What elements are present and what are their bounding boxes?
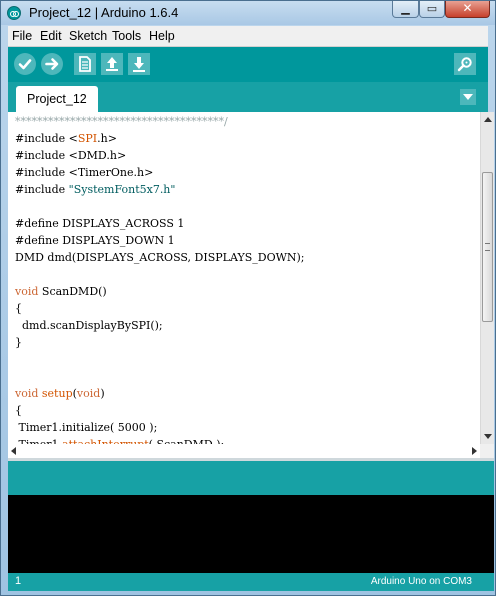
- code-token: dmd.scanDisplayBySPI();: [15, 319, 163, 332]
- code-text: **************************************/ #…: [15, 113, 305, 444]
- code-token: **************************************/: [15, 115, 228, 128]
- menu-edit[interactable]: Edit: [40, 29, 62, 43]
- scroll-right-icon[interactable]: [472, 447, 477, 455]
- code-token: ScanDMD(): [38, 285, 107, 298]
- code-token: void: [15, 387, 39, 400]
- code-token: {: [15, 302, 22, 315]
- verify-icon: [18, 59, 32, 70]
- menu-file[interactable]: File: [12, 29, 32, 43]
- maximize-button[interactable]: ▭: [419, 1, 445, 18]
- code-token: #include: [15, 183, 69, 196]
- code-line: #include <TimerOne.h>: [15, 164, 305, 181]
- open-icon: [106, 57, 118, 71]
- menu-tools[interactable]: Tools: [112, 29, 141, 43]
- window-title: Project_12 | Arduino 1.6.4: [29, 5, 179, 20]
- code-line: #include <DMD.h>: [15, 147, 305, 164]
- scroll-down-icon[interactable]: [484, 434, 492, 439]
- code-line: #define DISPLAYS_ACROSS 1: [15, 215, 305, 232]
- scroll-left-icon[interactable]: [11, 447, 16, 455]
- serial-monitor-icon: [457, 57, 472, 72]
- serial-monitor-button[interactable]: [454, 53, 476, 75]
- code-line: }: [15, 334, 305, 351]
- tab-bar: Project_12: [8, 82, 488, 112]
- line-number: 1: [15, 575, 22, 587]
- code-token: Timer1.initialize( 5000 );: [15, 421, 158, 434]
- bottom-status-bar: 1 Arduino Uno on COM3: [8, 573, 494, 591]
- code-line: #define DISPLAYS_DOWN 1: [15, 232, 305, 249]
- menu-help[interactable]: Help: [149, 29, 175, 43]
- code-token: void: [15, 285, 39, 298]
- upload-icon: [45, 58, 59, 70]
- code-line: #include <SPI.h>: [15, 130, 305, 147]
- code-token: }: [15, 336, 22, 349]
- code-token: SPI: [77, 132, 98, 145]
- code-token: {: [15, 404, 22, 417]
- open-button[interactable]: [101, 53, 123, 75]
- scroll-thumb[interactable]: [482, 172, 493, 322]
- board-port-label: Arduino Uno on COM3: [370, 576, 472, 587]
- code-token: #include <TimerOne.h>: [15, 166, 154, 179]
- code-line: #include "SystemFont5x7.h": [15, 181, 305, 198]
- upload-button[interactable]: [41, 53, 63, 75]
- new-sketch-button[interactable]: [74, 53, 96, 75]
- close-icon: ✕: [462, 1, 473, 15]
- code-token: #include <: [15, 132, 78, 145]
- code-line: Timer1.initialize( 5000 );: [15, 419, 305, 436]
- code-token: ): [100, 387, 105, 400]
- code-token: void: [76, 387, 101, 400]
- code-line: DMD dmd(DISPLAYS_ACROSS, DISPLAYS_DOWN);: [15, 249, 305, 266]
- save-icon: [133, 57, 145, 72]
- save-button[interactable]: [128, 53, 150, 75]
- code-line: {: [15, 402, 305, 419]
- verify-button[interactable]: [14, 53, 36, 75]
- menu-bar: File Edit Sketch Tools Help: [8, 26, 488, 47]
- code-token: DMD dmd(DISPLAYS_ACROSS, DISPLAYS_DOWN);: [15, 251, 305, 264]
- code-token: #define DISPLAYS_ACROSS 1: [15, 217, 185, 230]
- code-token: .h>: [97, 132, 117, 145]
- scroll-up-icon[interactable]: [484, 117, 492, 122]
- horizontal-scrollbar[interactable]: [8, 444, 480, 458]
- menu-sketch[interactable]: Sketch: [69, 29, 107, 43]
- code-editor[interactable]: **************************************/ #…: [8, 112, 480, 444]
- code-token: setup: [41, 387, 73, 400]
- minimize-button[interactable]: ▁: [392, 1, 419, 18]
- status-area: [8, 461, 494, 495]
- console-output[interactable]: [8, 495, 494, 573]
- title-bar: Project_12 | Arduino 1.6.4 ▁ ▭ ✕: [1, 1, 495, 25]
- scrollbar-corner: [480, 444, 494, 458]
- vertical-scrollbar[interactable]: [480, 112, 494, 444]
- new-icon: [79, 56, 91, 72]
- code-line: void setup(void): [15, 385, 305, 402]
- close-button[interactable]: ✕: [445, 1, 490, 18]
- code-line: dmd.scanDisplayBySPI();: [15, 317, 305, 334]
- tab-menu-button[interactable]: [460, 89, 476, 105]
- tab-label: Project_12: [27, 92, 87, 106]
- arduino-logo-icon: [7, 6, 21, 20]
- minimize-icon: ▁: [401, 2, 410, 15]
- code-line: **************************************/: [15, 113, 305, 130]
- code-token: #define DISPLAYS_DOWN 1: [15, 234, 175, 247]
- maximize-icon: ▭: [426, 2, 438, 15]
- tab-project[interactable]: Project_12: [16, 86, 98, 112]
- code-line: {: [15, 300, 305, 317]
- toolbar: [8, 47, 488, 82]
- code-token: #include <DMD.h>: [15, 149, 127, 162]
- code-line: void ScanDMD(): [15, 283, 305, 300]
- code-line: Timer1.attachInterrupt( ScanDMD );: [15, 436, 305, 444]
- code-token: "SystemFont5x7.h": [68, 183, 176, 196]
